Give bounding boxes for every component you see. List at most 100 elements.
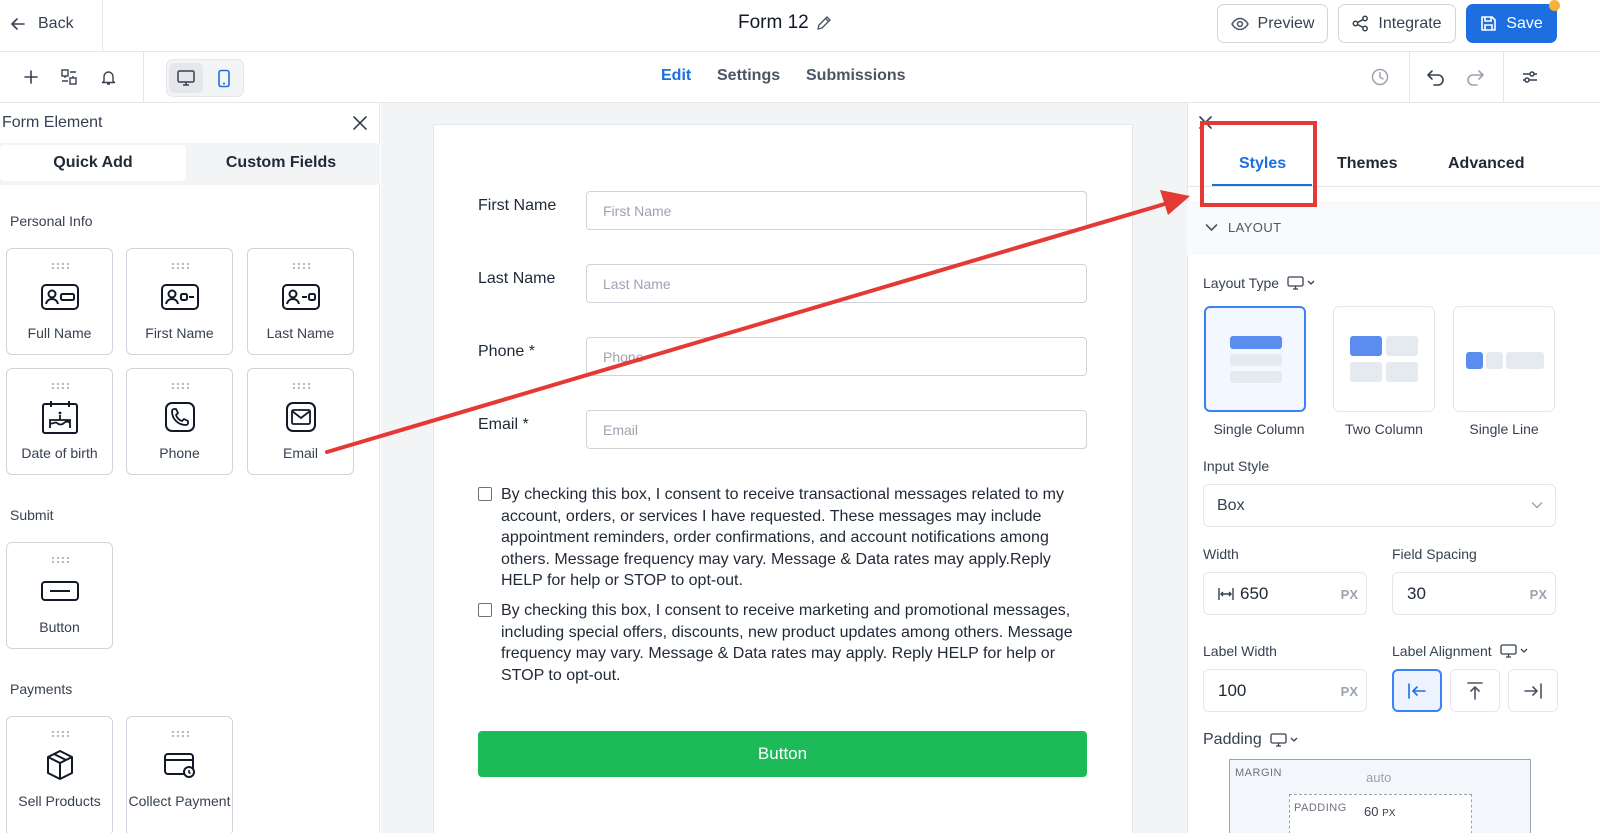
arrow-left-icon	[10, 16, 26, 32]
field-spacing-value: 30	[1407, 583, 1426, 603]
element-label: Phone	[159, 445, 200, 461]
align-left-button[interactable]	[1392, 669, 1442, 712]
plus-icon[interactable]	[20, 66, 42, 88]
layers-icon[interactable]	[58, 66, 80, 88]
drag-handle-icon[interactable]	[51, 556, 71, 564]
undo-icon[interactable]	[1425, 66, 1447, 88]
tab-themes[interactable]: Themes	[1337, 155, 1397, 173]
tab-settings[interactable]: Settings	[717, 67, 780, 85]
package-icon	[40, 748, 80, 782]
element-button[interactable]: Button	[6, 542, 113, 649]
width-label: Width	[1203, 546, 1239, 562]
bell-icon[interactable]	[97, 66, 119, 88]
align-left-icon	[1407, 682, 1427, 700]
input-style-select[interactable]: Box	[1203, 484, 1556, 527]
element-phone[interactable]: Phone	[126, 368, 233, 475]
history-icon[interactable]	[1369, 66, 1391, 88]
element-last-name[interactable]: Last Name	[247, 248, 354, 355]
drag-handle-icon[interactable]	[51, 262, 71, 270]
drag-handle-icon[interactable]	[51, 730, 71, 738]
divider	[1409, 52, 1410, 103]
tab-quick-add[interactable]: Quick Add	[0, 145, 186, 181]
padding-box: PADDING 60 PX	[1289, 794, 1472, 833]
element-first-name[interactable]: First Name	[126, 248, 233, 355]
notification-dot	[1549, 0, 1560, 11]
drag-handle-icon[interactable]	[171, 262, 191, 270]
layout-single-line[interactable]	[1453, 306, 1555, 412]
integrate-label: Integrate	[1378, 14, 1442, 32]
element-label: Full Name	[27, 325, 92, 341]
align-top-icon	[1466, 681, 1484, 701]
email-input[interactable]	[586, 410, 1087, 449]
credit-card-icon	[160, 748, 200, 782]
element-label: First Name	[145, 325, 214, 341]
monitor-icon[interactable]	[1499, 644, 1528, 658]
label-alignment-text: Label Alignment	[1392, 643, 1492, 659]
first-name-input[interactable]	[586, 191, 1087, 230]
drag-handle-icon[interactable]	[51, 382, 71, 390]
layout-type-text: Layout Type	[1203, 275, 1280, 291]
field-label-last-name: Last Name	[478, 270, 556, 287]
tab-advanced[interactable]: Advanced	[1448, 155, 1524, 173]
monitor-icon[interactable]	[1287, 276, 1315, 290]
close-icon[interactable]	[351, 114, 369, 132]
form-element-panel: Form Element Quick Add Custom Fields Per…	[0, 103, 380, 833]
consent-checkbox[interactable]	[478, 603, 492, 617]
id-card-icon	[281, 280, 321, 314]
element-label: Collect Payment	[128, 793, 231, 809]
last-name-input[interactable]	[586, 264, 1087, 303]
annotation-highlight-box	[1200, 121, 1317, 207]
element-label: Date of birth	[21, 445, 98, 461]
layout-section-header[interactable]: LAYOUT	[1187, 201, 1600, 255]
divider	[102, 0, 103, 52]
section-payments: Payments	[10, 681, 73, 697]
align-top-button[interactable]	[1450, 669, 1500, 712]
integrate-button[interactable]: Integrate	[1338, 4, 1456, 43]
tab-submissions[interactable]: Submissions	[806, 67, 906, 85]
mobile-view-button[interactable]	[207, 63, 241, 93]
save-button[interactable]: Save	[1466, 4, 1557, 43]
redo-icon[interactable]	[1464, 66, 1486, 88]
id-card-icon	[40, 280, 80, 314]
element-full-name[interactable]: Full Name	[6, 248, 113, 355]
unit-label: PX	[1340, 684, 1358, 699]
tab-edit[interactable]: Edit	[661, 67, 691, 85]
phone-input[interactable]	[586, 337, 1087, 376]
tab-custom-fields[interactable]: Custom Fields	[188, 145, 374, 181]
preview-button[interactable]: Preview	[1217, 4, 1328, 43]
drag-handle-icon[interactable]	[171, 730, 191, 738]
layout-single-column[interactable]	[1204, 306, 1306, 412]
label-width-input[interactable]: 100 PX	[1203, 669, 1367, 712]
back-button[interactable]: Back	[10, 12, 74, 36]
drag-handle-icon[interactable]	[171, 382, 191, 390]
two-column-icon	[1350, 336, 1418, 382]
form-title[interactable]: Form 12	[738, 12, 832, 34]
layout-two-column[interactable]	[1333, 306, 1435, 412]
label-width-value: 100	[1218, 680, 1247, 700]
margin-top-value[interactable]: auto	[1366, 770, 1391, 785]
element-sell-products[interactable]: Sell Products	[6, 716, 113, 833]
consent-text: By checking this box, I consent to recei…	[501, 602, 1073, 684]
back-label: Back	[38, 15, 74, 32]
share-icon	[1352, 15, 1369, 32]
align-right-button[interactable]	[1508, 669, 1558, 712]
pencil-icon[interactable]	[815, 15, 832, 32]
consent-text: By checking this box, I consent to recei…	[501, 486, 1064, 589]
element-date-of-birth[interactable]: Date of birth	[6, 368, 113, 475]
drag-handle-icon[interactable]	[292, 382, 312, 390]
element-collect-payment[interactable]: Collect Payment	[126, 716, 233, 833]
width-input[interactable]: 650 PX	[1203, 572, 1367, 615]
sliders-icon[interactable]	[1519, 66, 1541, 88]
section-personal-info: Personal Info	[10, 213, 93, 229]
padding-top-value[interactable]: 60 PX	[1364, 804, 1395, 819]
submit-button[interactable]: Button	[478, 731, 1087, 777]
element-tabs: Quick Add Custom Fields	[0, 143, 380, 185]
consent-checkbox[interactable]	[478, 487, 492, 501]
single-line-icon	[1466, 352, 1544, 369]
drag-handle-icon[interactable]	[292, 262, 312, 270]
field-spacing-input[interactable]: 30 PX	[1392, 572, 1556, 615]
padding-label: Padding	[1203, 731, 1300, 749]
monitor-icon[interactable]	[1270, 732, 1300, 748]
desktop-view-button[interactable]	[169, 63, 203, 93]
element-email[interactable]: Email	[247, 368, 354, 475]
